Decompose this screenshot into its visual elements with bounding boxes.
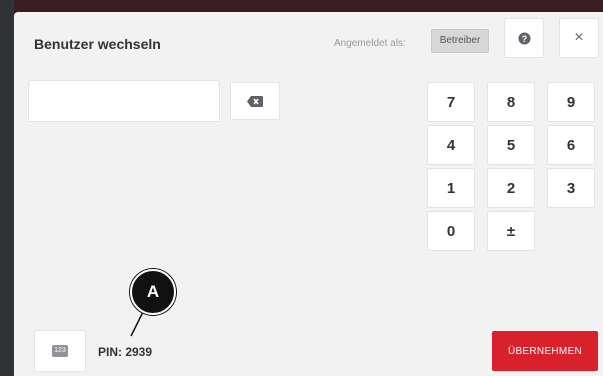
keypad-key-2[interactable]: 2 [487, 168, 535, 208]
pin-input[interactable] [28, 80, 220, 122]
switch-user-dialog: Benutzer wechseln Angemeldet als: Betrei… [14, 12, 603, 376]
backspace-icon [247, 95, 263, 107]
help-button[interactable]: ? [504, 18, 544, 58]
keypad-key-3[interactable]: 3 [547, 168, 595, 208]
help-circle-icon: ? [517, 31, 531, 45]
close-icon: × [574, 29, 584, 46]
keypad-key-9[interactable]: 9 [547, 82, 595, 122]
dialog-title: Benutzer wechseln [34, 36, 161, 52]
backspace-button[interactable] [230, 82, 280, 120]
keyboard-toggle-button[interactable]: 123 [34, 330, 86, 372]
close-button[interactable]: × [559, 18, 599, 58]
keypad-key-5[interactable]: 5 [487, 125, 535, 165]
logged-in-label: Angemeldet als: [334, 38, 406, 49]
callout-marker: A [130, 269, 176, 315]
keypad-key-0[interactable]: 0 [427, 211, 475, 251]
current-role-badge: Betreiber [431, 29, 489, 53]
keypad-key-7[interactable]: 7 [427, 82, 475, 122]
submit-button[interactable]: ÜBERNEHMEN [492, 331, 598, 371]
numeric-keyboard-icon: 123 [52, 345, 68, 357]
keypad-key-8[interactable]: 8 [487, 82, 535, 122]
keypad-key-1[interactable]: 1 [427, 168, 475, 208]
keypad-key-6[interactable]: 6 [547, 125, 595, 165]
pin-display: PIN: 2939 [98, 345, 153, 359]
keypad-key-4[interactable]: 4 [427, 125, 475, 165]
keypad-key-plus-minus[interactable]: ± [487, 211, 535, 251]
svg-text:?: ? [521, 33, 527, 43]
left-sidebar [0, 0, 14, 376]
